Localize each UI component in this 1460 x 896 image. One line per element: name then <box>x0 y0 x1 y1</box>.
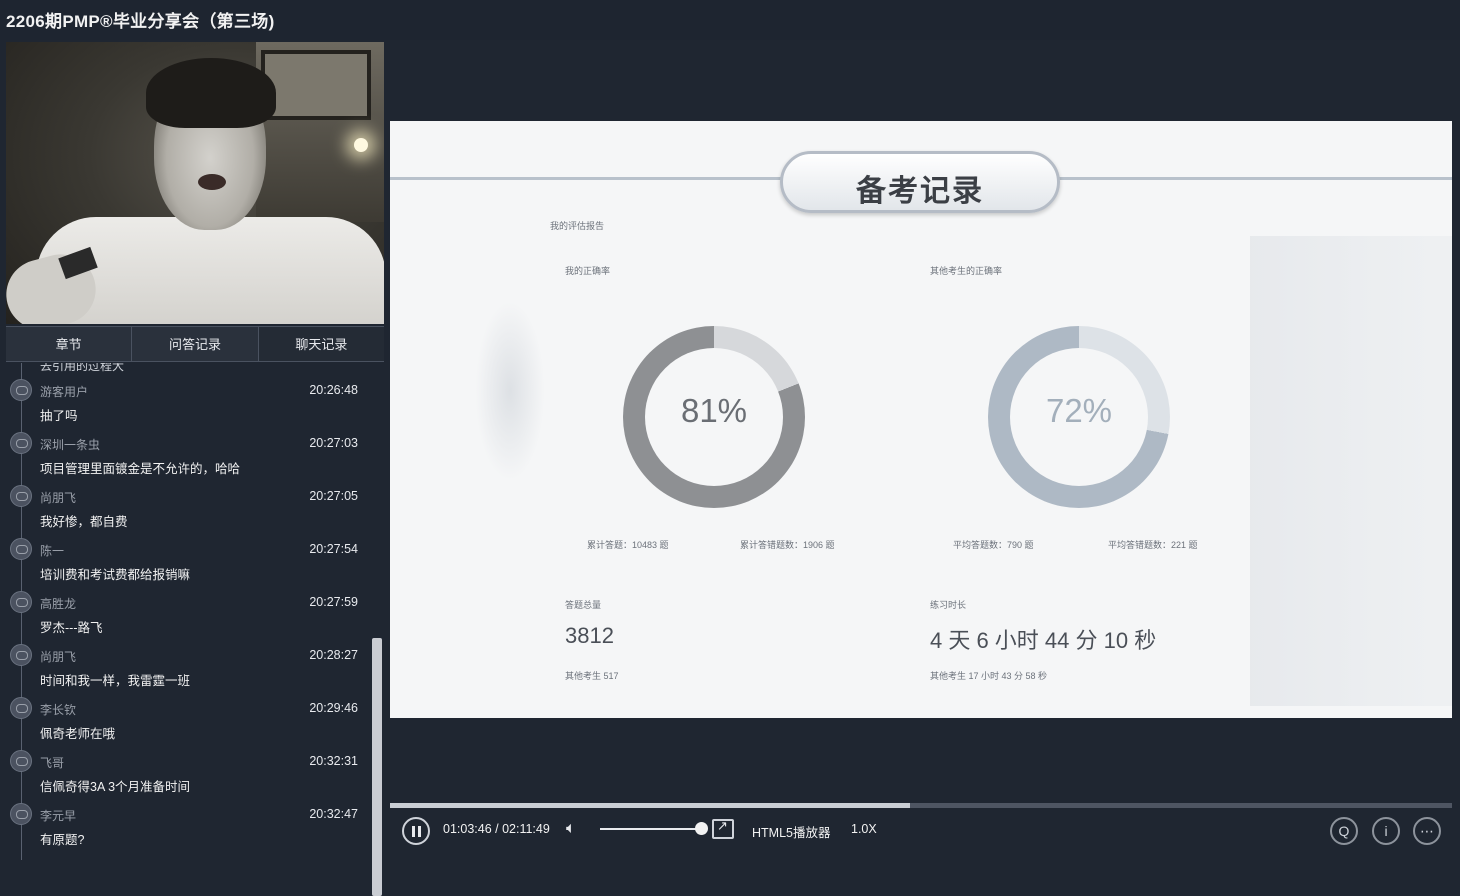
video-background-window <box>261 50 371 120</box>
picture-in-picture-icon[interactable] <box>712 818 734 839</box>
chat-username: 尚朋飞 <box>40 650 77 664</box>
total-wrong: 累计答错题数：1906 题 <box>740 540 835 550</box>
slide-title: 备考记录 <box>856 175 984 208</box>
left-panel: 章节 问答记录 聊天记录 去引用的过程大 游客用户 20:26:48 抽了吗 深圳一条… <box>0 40 388 896</box>
player-label[interactable]: HTML5播放器 <box>752 822 830 841</box>
chat-message: 飞哥 20:32:31 信佩奇得3A 3个月准备时间 <box>6 734 376 794</box>
chat-scrollbar[interactable] <box>372 638 382 896</box>
question-total-label: 答题总量 <box>565 600 602 610</box>
avg-answered: 平均答题数：790 题 <box>953 540 1034 550</box>
chat-avatar-icon <box>10 485 32 507</box>
chat-timestamp: 20:27:03 <box>309 436 358 450</box>
total-answered: 累计答题：10483 题 <box>587 540 669 550</box>
player-controls: 01:03:46 / 02:11:49 🔈︎ HTML5播放器 1.0X Q i… <box>390 808 1452 860</box>
chat-message: 李长钦 20:29:46 佩奇老师在哦 <box>6 681 376 741</box>
title-divider-right <box>1055 177 1452 180</box>
chat-message: 深圳一条虫 20:27:03 项目管理里面镀金是不允许的，哈哈 <box>6 416 376 476</box>
chat-avatar-icon <box>10 750 32 772</box>
info-icon[interactable]: i <box>1372 817 1400 845</box>
chat-timestamp: 20:26:48 <box>309 383 358 397</box>
more-icon[interactable]: ⋯ <box>1413 817 1441 845</box>
practice-time-label: 练习时长 <box>930 600 967 610</box>
title-bar: 2206期PMP®毕业分享会（第三场) <box>0 0 1460 40</box>
my-rate-label: 我的正确率 <box>565 266 611 276</box>
chat-avatar-icon <box>10 697 32 719</box>
chat-username: 尚朋飞 <box>40 491 77 505</box>
chat-avatar-icon <box>10 803 32 825</box>
tab-chapters[interactable]: 章节 <box>6 327 133 361</box>
video-person-mouth <box>198 174 226 190</box>
chat-avatar-icon <box>10 379 32 401</box>
chat-timestamp: 20:28:27 <box>309 648 358 662</box>
pause-button[interactable] <box>402 817 430 845</box>
others-rate-value: 72% <box>1045 392 1113 429</box>
question-total: 3812 <box>565 623 614 648</box>
webcam-video[interactable] <box>6 42 384 324</box>
side-tabs: 章节 问答记录 聊天记录 <box>6 326 384 362</box>
chat-text: 有原题? <box>40 833 85 847</box>
chat-message: 尚朋飞 20:27:05 我好惨，都自费 <box>6 469 376 529</box>
others-rate-donut: 72% <box>988 326 1170 508</box>
others-rate-label: 其他考生的正确率 <box>930 266 1003 276</box>
window-title: 2206期PMP®毕业分享会（第三场) <box>6 12 275 31</box>
others-time: 其他考生 17 小时 43 分 58 秒 <box>930 671 1048 681</box>
chat-username: 李元早 <box>40 809 77 823</box>
volume-icon[interactable]: 🔈︎ <box>566 820 590 840</box>
chat-timestamp: 20:27:54 <box>309 542 358 556</box>
practice-time: 4 天 6 小时 44 分 10 秒 <box>930 628 1157 653</box>
chat-username: 高胜龙 <box>40 597 77 611</box>
chat-list[interactable]: 去引用的过程大 游客用户 20:26:48 抽了吗 深圳一条虫 20:27:03 项目管理… <box>6 363 376 860</box>
chat-message: 陈一 20:27:54 培训费和考试费都给报销嘛 <box>6 522 376 582</box>
chat-username: 陈一 <box>40 544 65 558</box>
chat-avatar-icon <box>10 591 32 613</box>
title-divider-left <box>390 177 790 180</box>
tab-chat-records[interactable]: 聊天记录 <box>258 327 384 361</box>
volume-fill <box>600 828 697 830</box>
chat-username: 游客用户 <box>40 385 89 399</box>
others-total: 其他考生 517 <box>565 671 619 681</box>
slide: 备考记录 我的评估报告 我的正确率 其他考生的正确率 81% 72% 累计答题：… <box>390 121 1452 718</box>
chat-timestamp: 20:27:59 <box>309 595 358 609</box>
slide-map-left <box>475 301 545 481</box>
tab-qa-records[interactable]: 问答记录 <box>132 327 259 361</box>
chat-avatar-icon <box>10 538 32 560</box>
chat-message: 高胜龙 20:27:59 罗杰---路飞 <box>6 575 376 635</box>
video-lamp <box>354 138 368 152</box>
report-label: 我的评估报告 <box>550 221 605 231</box>
chat-username: 深圳一条虫 <box>40 438 101 452</box>
my-rate-donut: 81% <box>623 326 805 508</box>
my-rate-value: 81% <box>680 392 748 429</box>
chat-message: 游客用户 20:26:48 抽了吗 <box>6 363 376 423</box>
volume-slider[interactable] <box>600 828 702 830</box>
chat-username: 飞哥 <box>40 756 65 770</box>
chat-username: 李长钦 <box>40 703 77 717</box>
slide-title-banner: 备考记录 <box>780 151 1060 213</box>
slide-map-right <box>1250 236 1452 706</box>
playback-time: 01:03:46 / 02:11:49 <box>443 822 550 836</box>
chat-timestamp: 20:29:46 <box>309 701 358 715</box>
chat-timestamp: 20:27:05 <box>309 489 358 503</box>
chat-message: 尚朋飞 20:28:27 时间和我一样，我雷霆一班 <box>6 628 376 688</box>
presentation-stage: 备考记录 我的评估报告 我的正确率 其他考生的正确率 81% 72% 累计答题：… <box>390 40 1452 805</box>
avg-wrong: 平均答错题数：221 题 <box>1108 540 1198 550</box>
chat-avatar-icon <box>10 432 32 454</box>
chat-timestamp: 20:32:31 <box>309 754 358 768</box>
video-person-hair <box>146 58 276 128</box>
chat-timestamp: 20:32:47 <box>309 807 358 821</box>
speed-button[interactable]: 1.0X <box>851 822 877 836</box>
question-icon[interactable]: Q <box>1330 817 1358 845</box>
volume-knob[interactable] <box>695 822 708 835</box>
chat-message: 李元早 20:32:47 有原题? <box>6 787 376 847</box>
chat-avatar-icon <box>10 644 32 666</box>
